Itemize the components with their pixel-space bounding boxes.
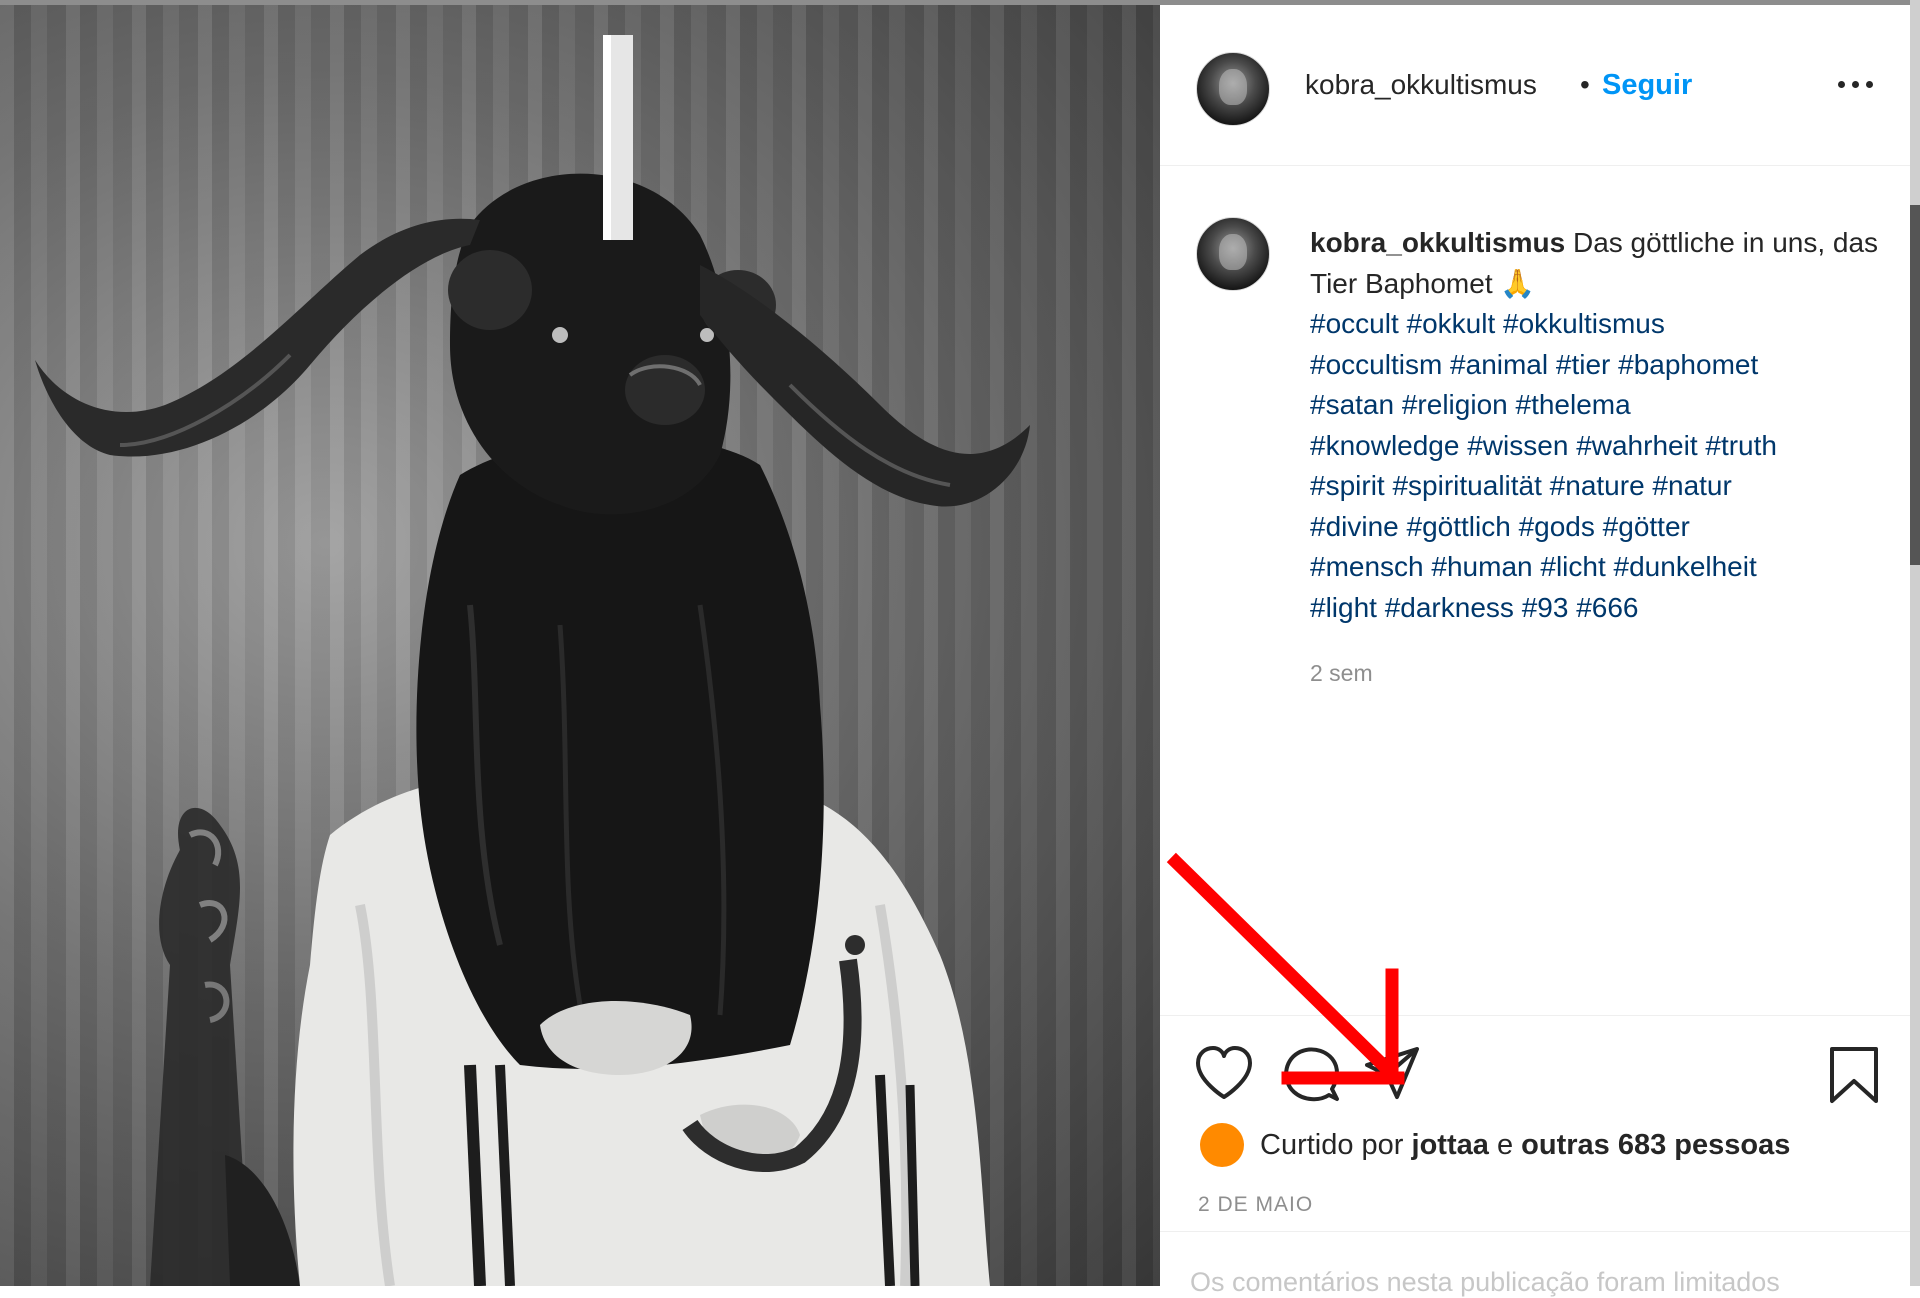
hashtag[interactable]: #gods — [1519, 511, 1595, 542]
separator-dot: • — [1580, 69, 1590, 100]
hashtag[interactable]: #mensch — [1310, 551, 1424, 582]
post-photo[interactable] — [0, 5, 1160, 1286]
actions-divider — [1160, 1015, 1910, 1016]
hashtag[interactable]: #religion — [1402, 389, 1508, 420]
caption-time-ago[interactable]: 2 sem — [1310, 660, 1373, 687]
hashtag[interactable]: #satan — [1310, 389, 1394, 420]
caption-username[interactable]: kobra_okkultismus — [1310, 227, 1565, 258]
likes-summary[interactable]: Curtido por jottaa e outras 683 pessoas — [1260, 1129, 1790, 1162]
comments-limited-notice: Os comentários nesta publicação foram li… — [1190, 1267, 1780, 1297]
bookmark-icon[interactable] — [1828, 1045, 1880, 1105]
hashtag[interactable]: #93 — [1522, 592, 1569, 623]
hashtag[interactable]: #götter — [1603, 511, 1690, 542]
hashtag[interactable]: #baphomet — [1618, 349, 1758, 380]
paper-plane-icon[interactable] — [1363, 1045, 1421, 1103]
comment-bubble-icon[interactable] — [1282, 1045, 1340, 1103]
hashtag[interactable]: #truth — [1705, 430, 1777, 461]
likes-others[interactable]: outras 683 pessoas — [1521, 1129, 1790, 1161]
scrollbar-thumb[interactable] — [1910, 205, 1920, 565]
post-details-panel: kobra_okkultismus • Seguir kobra_okkulti… — [1160, 5, 1910, 1297]
more-options-icon[interactable] — [1832, 69, 1882, 99]
hashtag[interactable]: #nature — [1550, 470, 1645, 501]
liker-avatar[interactable] — [1200, 1123, 1244, 1167]
hashtag[interactable]: #occult — [1310, 308, 1399, 339]
follow-button[interactable]: Seguir — [1602, 69, 1692, 102]
page-scrollbar[interactable] — [1910, 0, 1920, 1286]
author-avatar[interactable] — [1196, 52, 1270, 126]
hashtag[interactable]: #666 — [1576, 592, 1638, 623]
hashtag[interactable]: #spiritualität — [1392, 470, 1541, 501]
hashtag[interactable]: #natur — [1652, 470, 1731, 501]
goat-mask-figure-image — [35, 35, 1030, 1286]
likes-middle: e — [1496, 1129, 1514, 1161]
hashtag[interactable]: #animal — [1450, 349, 1548, 380]
post-header: kobra_okkultismus • Seguir — [1160, 5, 1910, 166]
hashtag[interactable]: #occultism — [1310, 349, 1442, 380]
caption-author-avatar[interactable] — [1196, 217, 1270, 291]
post-date[interactable]: 2 DE MAIO — [1198, 1193, 1313, 1217]
hashtag[interactable]: #divine — [1310, 511, 1399, 542]
hashtag[interactable]: #licht — [1540, 551, 1605, 582]
post-caption: kobra_okkultismus Das göttliche in uns, … — [1310, 223, 1890, 628]
hashtag[interactable]: #wahrheit — [1576, 430, 1697, 461]
hashtag[interactable]: #okkultismus — [1503, 308, 1665, 339]
liker-username[interactable]: jottaa — [1412, 1129, 1489, 1161]
author-username[interactable]: kobra_okkultismus — [1305, 69, 1537, 101]
hashtag[interactable]: #thelema — [1516, 389, 1631, 420]
hashtag[interactable]: #human — [1431, 551, 1532, 582]
hashtag[interactable]: #knowledge — [1310, 430, 1459, 461]
hashtag[interactable]: #tier — [1556, 349, 1610, 380]
hashtag[interactable]: #spirit — [1310, 470, 1385, 501]
hashtag[interactable]: #göttlich — [1407, 511, 1511, 542]
hashtag[interactable]: #darkness — [1385, 592, 1514, 623]
comment-divider — [1160, 1231, 1910, 1232]
likes-prefix: Curtido por — [1260, 1129, 1404, 1161]
heart-icon[interactable] — [1194, 1045, 1254, 1101]
hashtag[interactable]: #dunkelheit — [1614, 551, 1757, 582]
hashtag[interactable]: #okkult — [1407, 308, 1496, 339]
hashtag[interactable]: #light — [1310, 592, 1377, 623]
hashtag[interactable]: #wissen — [1467, 430, 1568, 461]
